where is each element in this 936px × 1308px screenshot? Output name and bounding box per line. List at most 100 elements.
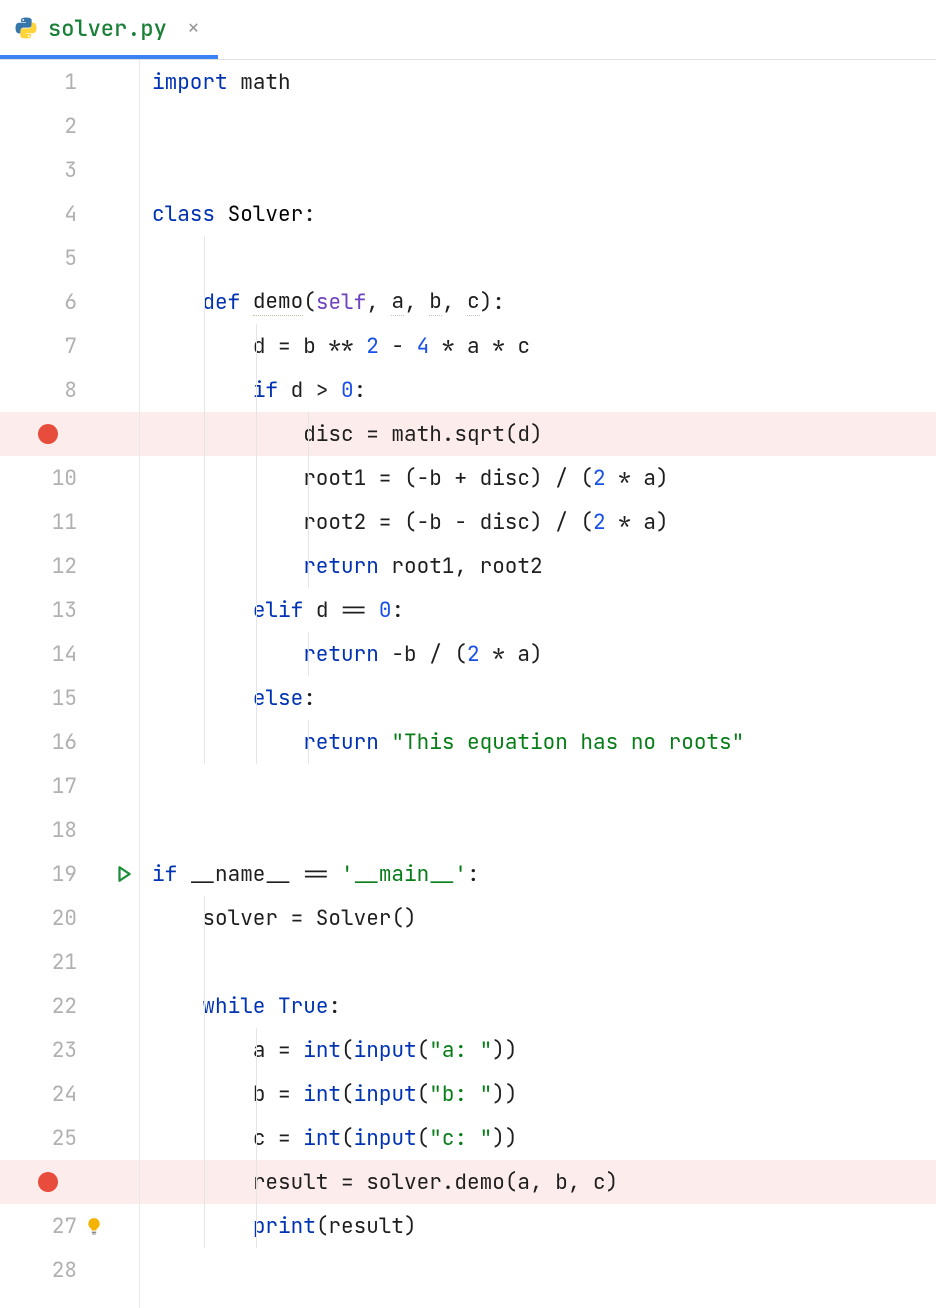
code-text: -b / ( [379,641,467,668]
code-line[interactable]: d = b ** 2 - 4 * a * c [140,324,936,368]
code-line-breakpoint[interactable]: disc = math.sqrt(d) [140,412,936,456]
indent-guide [204,588,205,632]
gutter-line[interactable]: 21 [0,940,139,984]
code-line[interactable]: print(result) [140,1204,936,1248]
code-line[interactable]: elif d == 0: [140,588,936,632]
gutter-line[interactable]: 22 [0,984,139,1028]
code-text: b = [253,1081,303,1108]
gutter-line[interactable] [0,412,139,456]
literal-number: 2 [593,509,606,536]
line-number: 20 [52,905,77,932]
file-tab[interactable]: solver.py × [0,1,218,59]
gutter-line[interactable]: 12 [0,544,139,588]
dunder-name: __name__ [190,861,291,888]
code-text: )) [492,1081,517,1108]
gutter-line[interactable]: 11 [0,500,139,544]
indent-guide [204,984,205,1028]
code-line[interactable]: solver = Solver() [140,896,936,940]
code-text: == [291,861,341,888]
code-line[interactable] [140,940,936,984]
indent-guide [204,280,205,324]
code-text [152,1037,253,1064]
line-number: 17 [52,773,77,800]
code-line[interactable]: if d > 0: [140,368,936,412]
code-text: )) [492,1037,517,1064]
run-icon[interactable] [115,865,133,883]
code-line[interactable]: def demo(self, a, b, c): [140,280,936,324]
builtin-int: int [303,1125,341,1152]
code-line[interactable]: b = int(input("b: ")) [140,1072,936,1116]
code-line[interactable]: root1 = (-b + disc) / (2 * a) [140,456,936,500]
code-text: - [379,333,417,360]
breakpoint-icon[interactable] [38,1172,58,1192]
gutter-line[interactable]: 4 [0,192,139,236]
lightbulb-icon[interactable] [85,1217,103,1235]
code-text [152,729,303,756]
gutter-line[interactable]: 14 [0,632,139,676]
gutter-line[interactable]: 18 [0,808,139,852]
code-line[interactable] [140,1248,936,1292]
code-line-breakpoint[interactable]: result = solver.demo(a, b, c) [140,1160,936,1204]
code-line[interactable]: while True: [140,984,936,1028]
gutter-line[interactable]: 27 [0,1204,139,1248]
code-text [152,553,303,580]
code-line[interactable] [140,104,936,148]
code-line[interactable]: return -b / (2 * a) [140,632,936,676]
indent-guide [256,544,257,588]
code-text: , [366,289,391,316]
gutter-line[interactable]: 8 [0,368,139,412]
builtin-input: input [354,1125,417,1152]
gutter-line[interactable]: 2 [0,104,139,148]
keyword-elif: elif [253,597,303,624]
code-line[interactable] [140,148,936,192]
gutter-line[interactable]: 3 [0,148,139,192]
code-line[interactable]: import math [140,60,936,104]
gutter-line[interactable]: 25 [0,1116,139,1160]
code-area[interactable]: import math class Solver: def demo(self,… [140,60,936,1308]
code-text: * a) [606,465,669,492]
close-tab-icon[interactable]: × [187,17,200,39]
code-line[interactable]: root2 = (-b - disc) / (2 * a) [140,500,936,544]
code-text: a = [253,1037,303,1064]
breakpoint-icon[interactable] [38,424,58,444]
code-text: solver = Solver() [202,905,416,932]
gutter-line[interactable]: 13 [0,588,139,632]
gutter-line[interactable]: 28 [0,1248,139,1292]
code-line[interactable]: return root1, root2 [140,544,936,588]
code-line[interactable]: else: [140,676,936,720]
gutter-line[interactable] [0,1160,139,1204]
indent-guide [256,456,257,500]
code-text: ( [341,1037,354,1064]
builtin-print: print [253,1213,316,1240]
code-line[interactable] [140,764,936,808]
code-line[interactable] [140,236,936,280]
gutter-line[interactable]: 1 [0,60,139,104]
gutter[interactable]: 1234567810111213141516171819202122232425… [0,60,140,1308]
line-number: 24 [52,1081,77,1108]
gutter-line[interactable]: 17 [0,764,139,808]
gutter-line[interactable]: 5 [0,236,139,280]
indent-guide [256,1116,257,1160]
gutter-line[interactable]: 19 [0,852,139,896]
gutter-line[interactable]: 10 [0,456,139,500]
gutter-line[interactable]: 7 [0,324,139,368]
line-number: 8 [64,377,77,404]
gutter-line[interactable]: 20 [0,896,139,940]
gutter-line[interactable]: 16 [0,720,139,764]
code-line[interactable]: return "This equation has no roots" [140,720,936,764]
indent-guide [256,324,257,368]
code-line[interactable] [140,808,936,852]
code-line[interactable]: c = int(input("c: ")) [140,1116,936,1160]
gutter-line[interactable]: 24 [0,1072,139,1116]
code-line[interactable]: if __name__ == '__main__': [140,852,936,896]
gutter-line[interactable]: 23 [0,1028,139,1072]
gutter-line[interactable]: 15 [0,676,139,720]
line-number: 25 [52,1125,77,1152]
code-text [152,377,253,404]
gutter-line[interactable]: 6 [0,280,139,324]
code-text [152,465,303,492]
code-line[interactable]: class Solver: [140,192,936,236]
class-name: Solver [228,201,304,228]
line-number: 23 [52,1037,77,1064]
code-line[interactable]: a = int(input("a: ")) [140,1028,936,1072]
